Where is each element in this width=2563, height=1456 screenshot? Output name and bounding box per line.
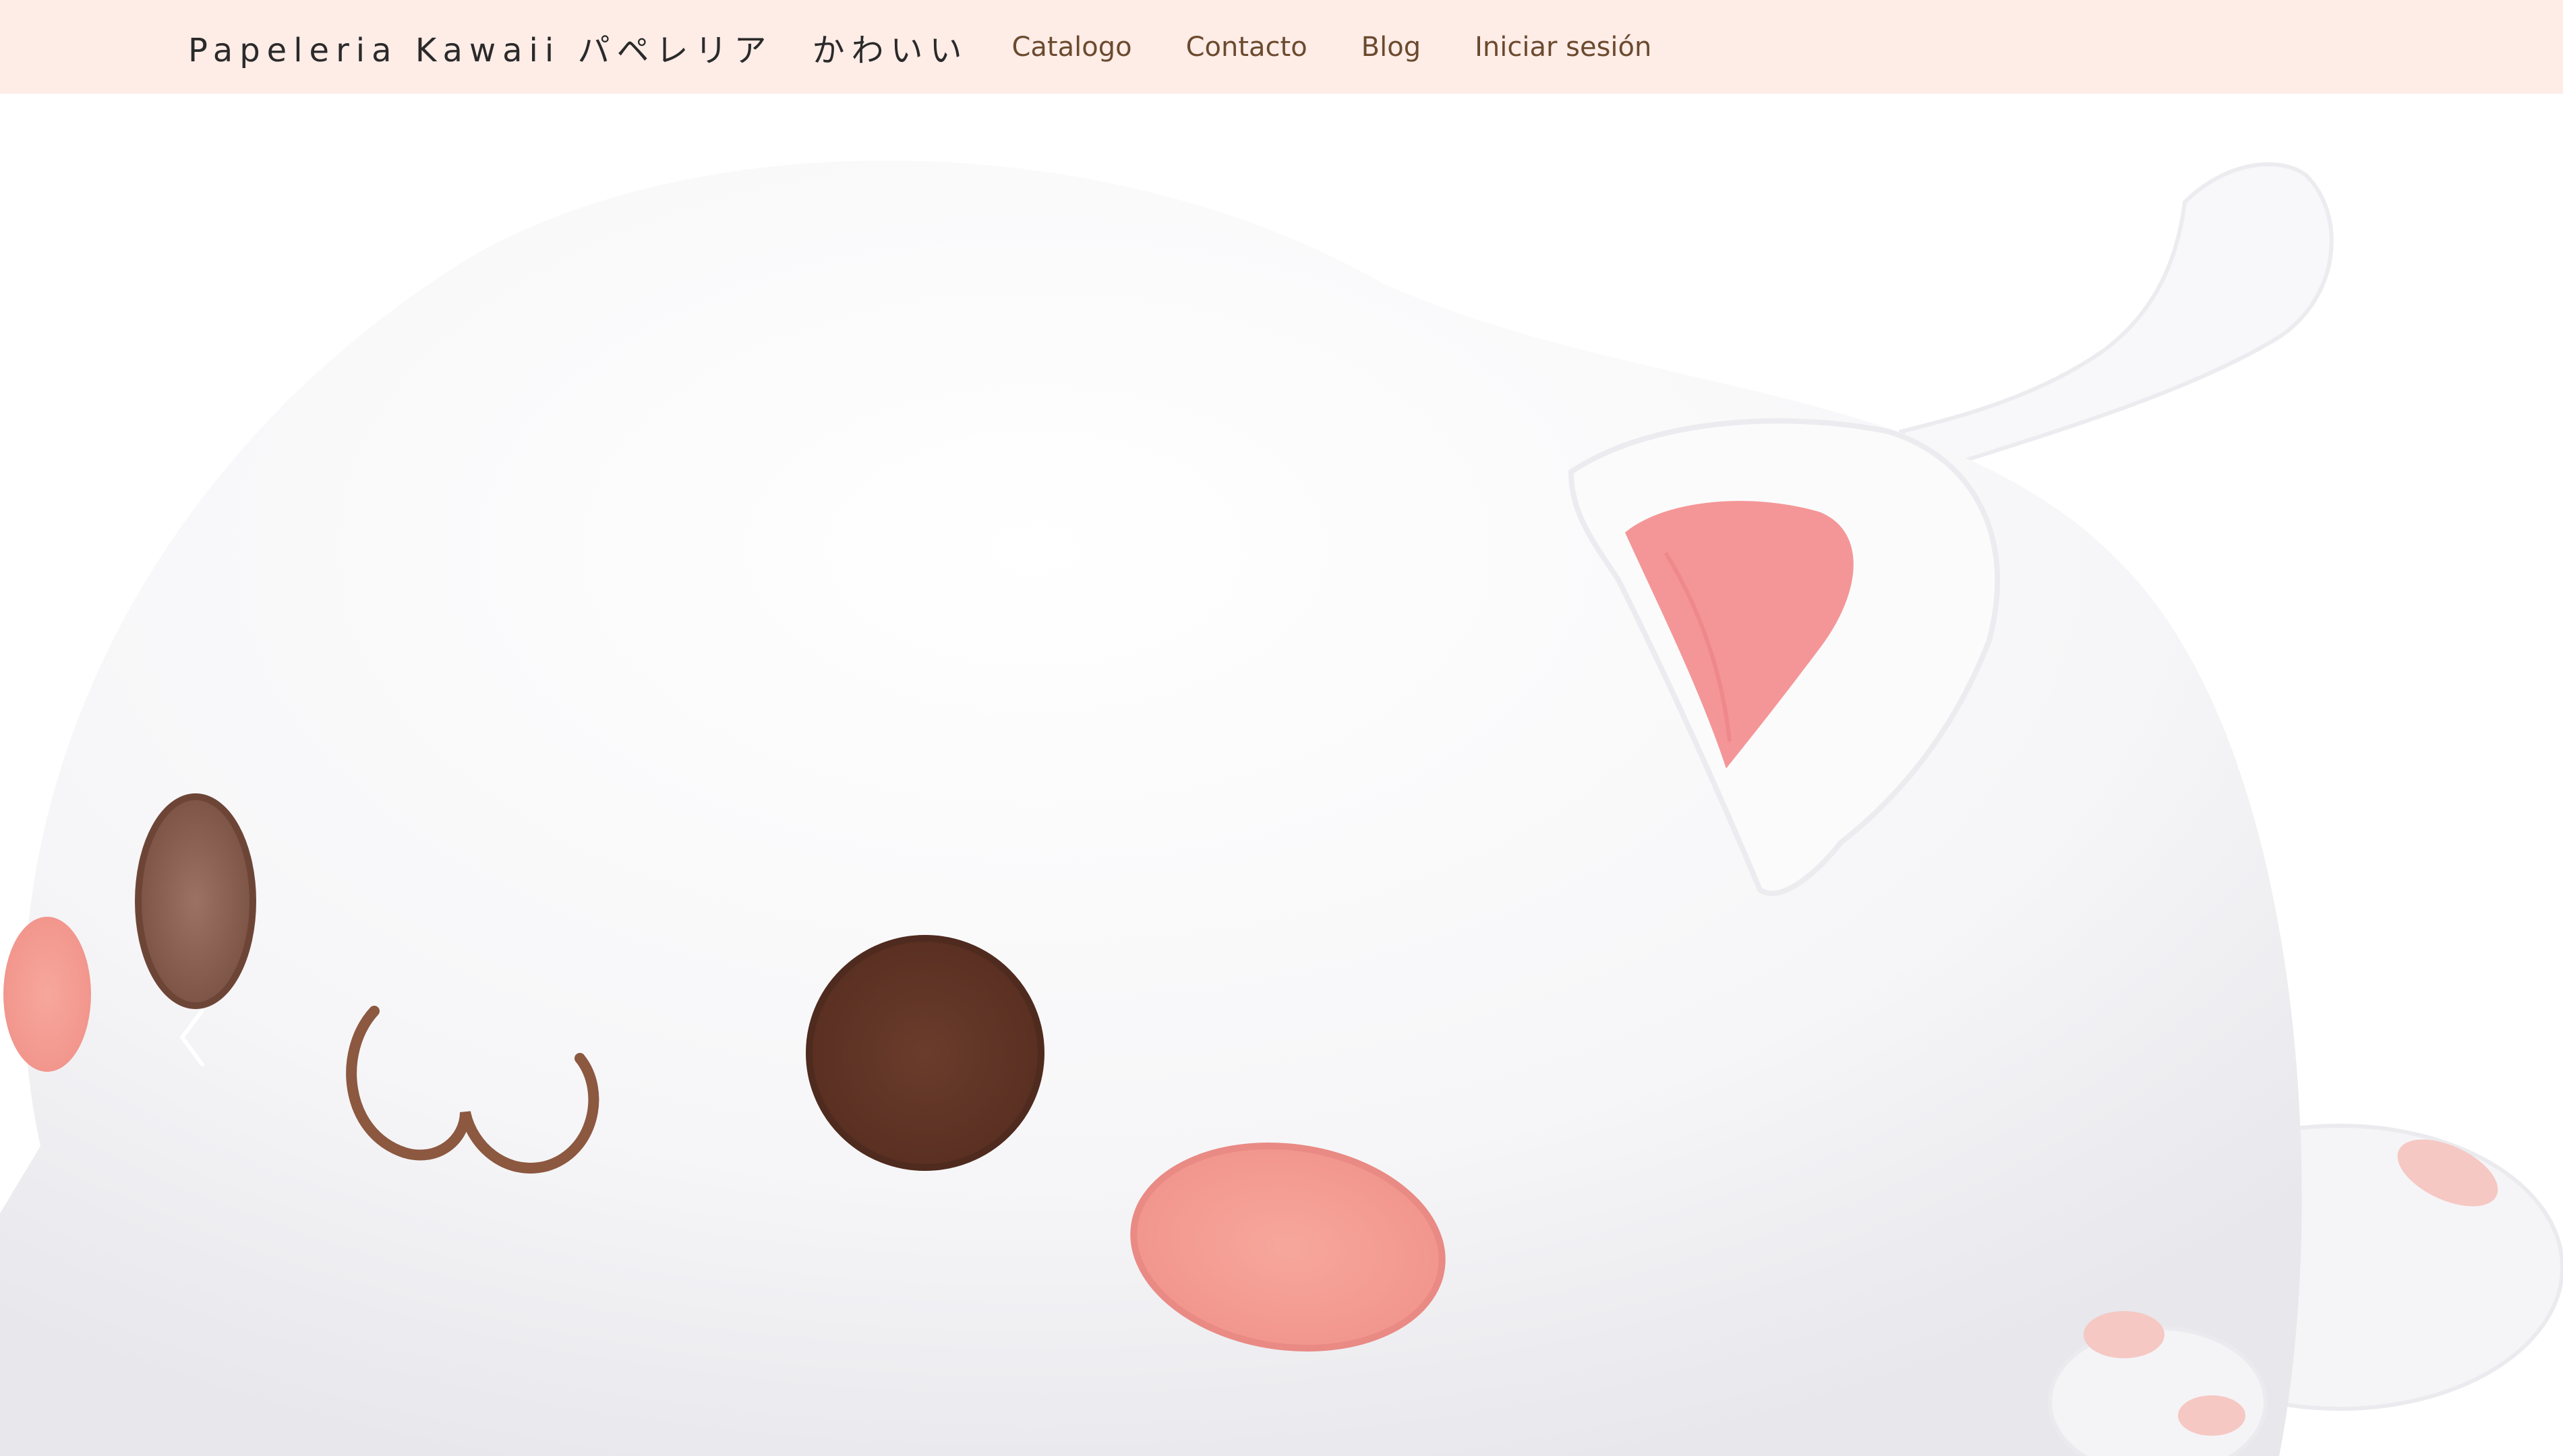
carousel-prev-button[interactable] [169,990,216,1085]
chevron-left-icon [180,1008,204,1066]
brand-logo[interactable]: Papeleria Kawaii パペレリア かわいい [188,24,968,71]
nav-link-contacto[interactable]: Contacto [1186,32,1307,63]
hero-carousel [0,94,2563,1456]
nav-link-iniciar-sesion[interactable]: Iniciar sesión [1475,32,1651,63]
main-nav: Catalogo Contacto Blog Iniciar sesión [1011,32,1651,63]
nav-link-blog[interactable]: Blog [1361,32,1421,63]
nav-link-catalogo[interactable]: Catalogo [1011,32,1131,63]
carousel-slide-image [0,94,2563,1456]
top-navbar: Papeleria Kawaii パペレリア かわいい Catalogo Con… [0,0,2563,94]
